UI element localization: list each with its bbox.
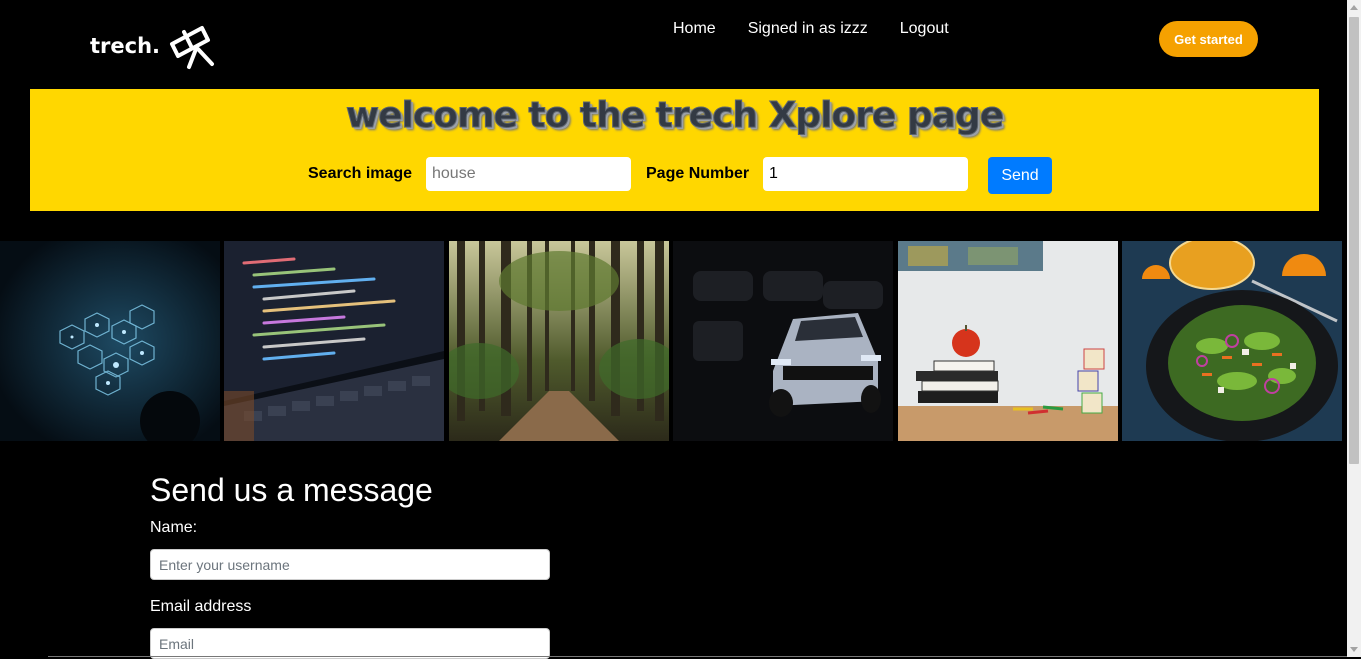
gallery-tile[interactable] — [673, 241, 893, 441]
message-form-title: Send us a message — [150, 472, 433, 508]
main-nav: Home Signed in as izzz Logout — [673, 20, 981, 38]
salad-bowl-image — [1122, 241, 1342, 441]
search-image-label: Search image — [308, 165, 413, 182]
telescope-icon — [170, 26, 215, 69]
page-title: welcome to the trech Xplore page — [345, 95, 1004, 137]
nav-logout-link[interactable]: Logout — [900, 20, 949, 38]
gallery-tile[interactable] — [1122, 241, 1342, 441]
brand[interactable]: trech. — [90, 22, 220, 70]
scroll-down-arrow-icon[interactable] — [1350, 647, 1358, 652]
network-cubes-image — [0, 241, 220, 441]
gallery-tile[interactable] — [898, 241, 1118, 441]
username-input[interactable] — [150, 549, 550, 580]
gallery-tile[interactable] — [449, 241, 669, 441]
page-scrollbar[interactable] — [1347, 0, 1361, 657]
page-number-input[interactable] — [763, 157, 968, 191]
nav-home-link[interactable]: Home — [673, 20, 716, 38]
sports-car-image — [673, 241, 893, 441]
image-gallery — [0, 241, 1342, 441]
name-label: Name: — [150, 519, 198, 536]
scroll-thumb[interactable] — [1349, 17, 1359, 464]
code-laptop-image — [224, 241, 444, 441]
get-started-button[interactable]: Get started — [1159, 21, 1258, 57]
search-image-input[interactable] — [426, 157, 631, 191]
search-banner: welcome to the trech Xplore page Search … — [30, 89, 1319, 211]
apple-books-image — [898, 241, 1118, 441]
nav-signed-in-link[interactable]: Signed in as izzz — [748, 20, 868, 38]
forest-path-image — [449, 241, 669, 441]
gallery-tile[interactable] — [0, 241, 220, 441]
page-number-label: Page Number — [646, 165, 750, 182]
email-input[interactable] — [150, 628, 550, 659]
scroll-up-arrow-icon[interactable] — [1350, 5, 1358, 10]
search-form: Search image Page Number Send — [30, 157, 1319, 194]
gallery-tile[interactable] — [224, 241, 444, 441]
brand-name: trech. — [90, 34, 161, 58]
send-search-button[interactable]: Send — [988, 157, 1052, 194]
email-label: Email address — [150, 598, 252, 615]
